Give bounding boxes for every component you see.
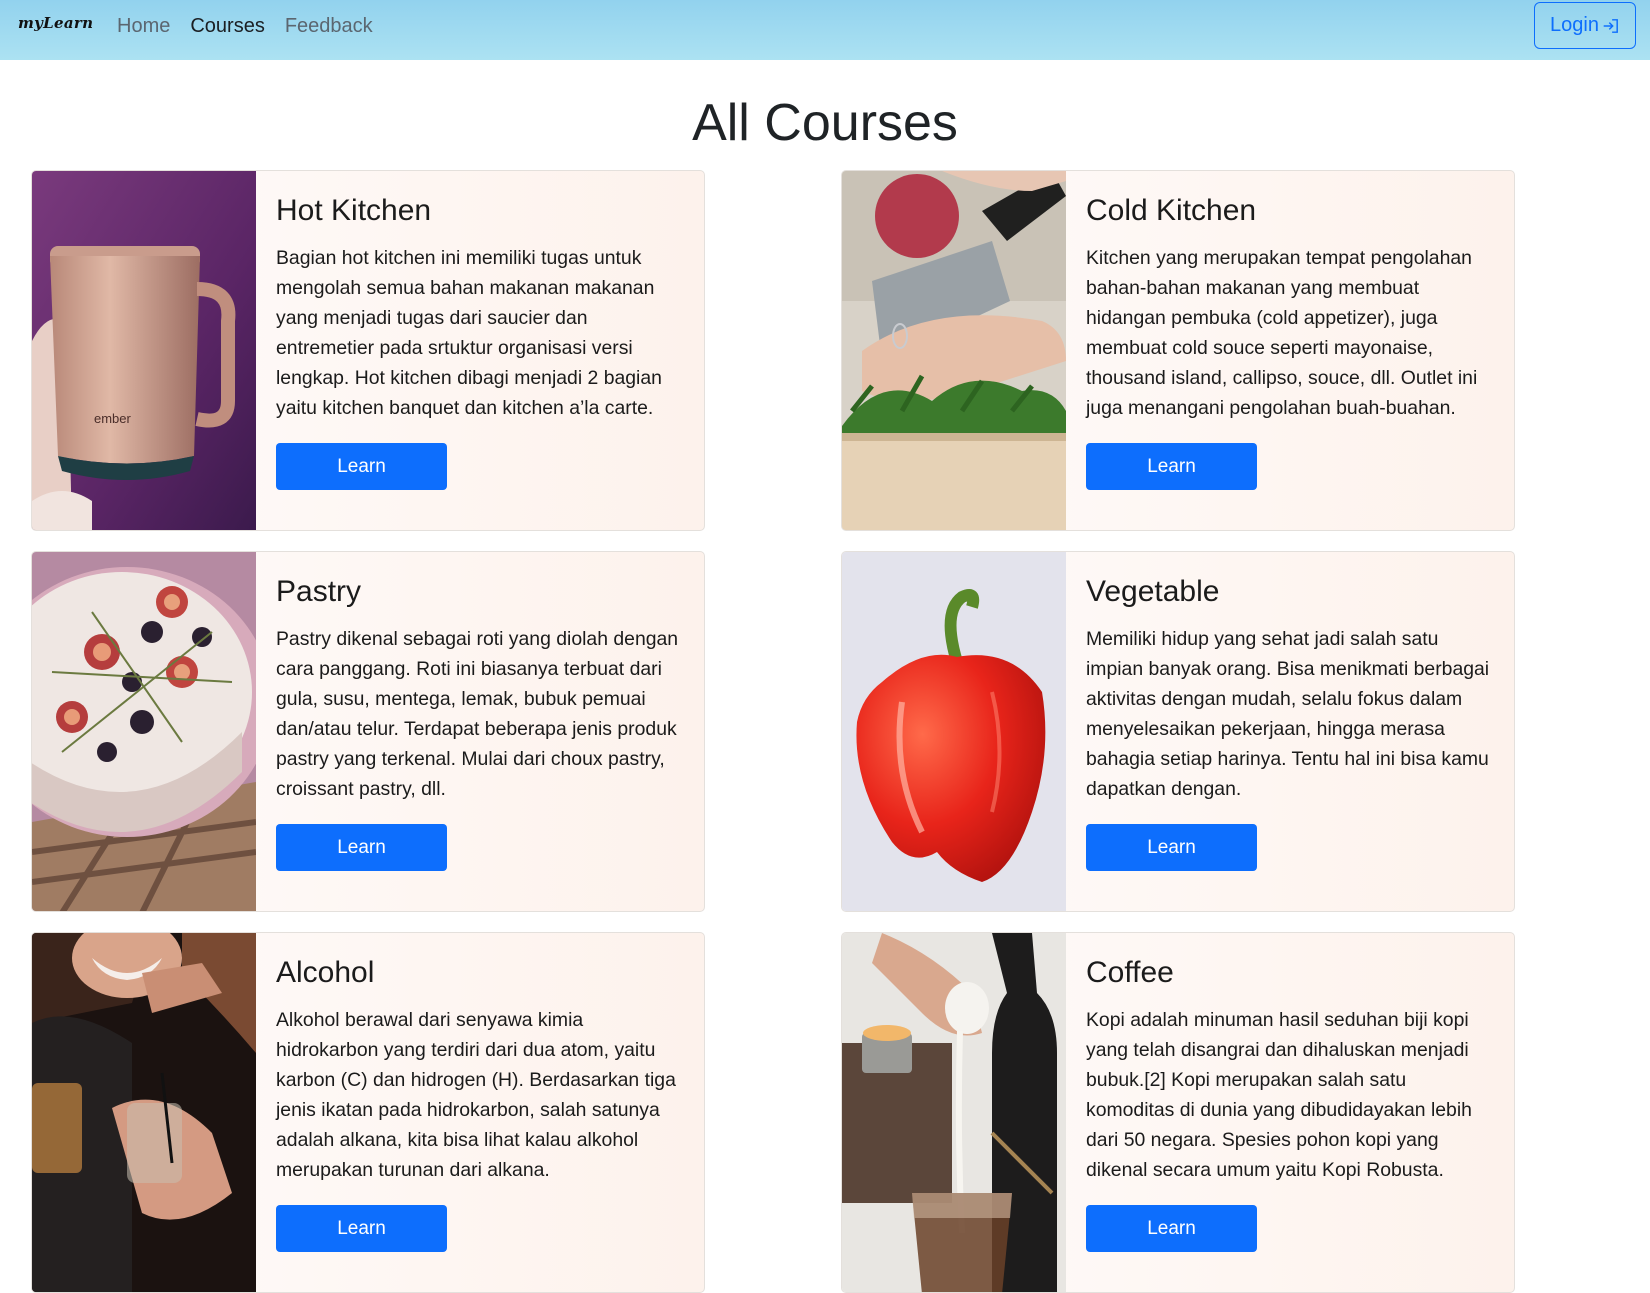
course-body-vegetable: Vegetable Memiliki hidup yang sehat jadi… [1086,552,1496,871]
course-description: Kitchen yang merupakan tempat pengolahan… [1086,247,1478,419]
learn-button-coffee[interactable]: Learn [1086,1205,1257,1252]
navbar: myLearn Home Courses Feedback Login [0,0,1650,60]
course-card-cold-kitchen: Cold Kitchen Kitchen yang merupakan temp… [841,170,1515,531]
login-button[interactable]: Login [1534,2,1636,49]
brand-logo[interactable]: myLearn [18,14,93,32]
course-title: Pastry [276,575,362,608]
nav-link-courses[interactable]: Courses [190,15,264,38]
course-description: Alkohol berawal dari senyawa kimia hidro… [276,1009,676,1181]
learn-button-alcohol[interactable]: Learn [276,1205,447,1252]
course-card-vegetable: Vegetable Memiliki hidup yang sehat jadi… [841,551,1515,912]
course-body-alcohol: Alcohol Alkohol berawal dari senyawa kim… [276,933,686,1252]
learn-button-cold-kitchen[interactable]: Learn [1086,443,1257,490]
course-image-coffee [842,933,1066,1292]
course-image-vegetable [842,552,1066,911]
learn-button-hot-kitchen[interactable]: Learn [276,443,447,490]
login-button-label: Login [1550,14,1599,36]
course-body-hot-kitchen: Hot Kitchen Bagian hot kitchen ini memil… [276,171,686,490]
course-image-pastry [32,552,256,911]
course-title: Coffee [1086,956,1174,989]
course-title: Alcohol [276,956,375,989]
course-description: Kopi adalah minuman hasil seduhan biji k… [1086,1009,1472,1181]
learn-button-vegetable[interactable]: Learn [1086,824,1257,871]
course-title: Vegetable [1086,575,1220,608]
course-description: Pastry dikenal sebagai roti yang diolah … [276,628,679,800]
course-title: Hot Kitchen [276,194,432,227]
course-image-cold-kitchen [842,171,1066,530]
course-card-coffee: Coffee Kopi adalah minuman hasil seduhan… [841,932,1515,1293]
course-body-cold-kitchen: Cold Kitchen Kitchen yang merupakan temp… [1086,171,1496,490]
course-image-alcohol [32,933,256,1292]
course-card-alcohol: Alcohol Alkohol berawal dari senyawa kim… [31,932,705,1293]
course-grid: ember Hot Kitchen Bagian hot kitchen ini… [31,170,1621,1293]
nav-link-feedback[interactable]: Feedback [285,15,373,38]
course-body-coffee: Coffee Kopi adalah minuman hasil seduhan… [1086,933,1496,1252]
nav-links: Home Courses Feedback [117,15,373,38]
course-card-hot-kitchen: ember Hot Kitchen Bagian hot kitchen ini… [31,170,705,531]
page-title: All Courses [692,94,958,152]
login-icon [1603,18,1618,33]
mug-brand-text: ember [94,411,132,426]
course-description: Memiliki hidup yang sehat jadi salah sat… [1086,628,1490,800]
course-title: Cold Kitchen [1086,194,1257,227]
course-body-pastry: Pastry Pastry dikenal sebagai roti yang … [276,552,686,871]
nav-link-home[interactable]: Home [117,15,170,38]
course-card-pastry: Pastry Pastry dikenal sebagai roti yang … [31,551,705,912]
learn-button-pastry[interactable]: Learn [276,824,447,871]
course-image-hot-kitchen: ember [32,171,256,530]
course-description: Bagian hot kitchen ini memiliki tugas un… [276,247,662,419]
